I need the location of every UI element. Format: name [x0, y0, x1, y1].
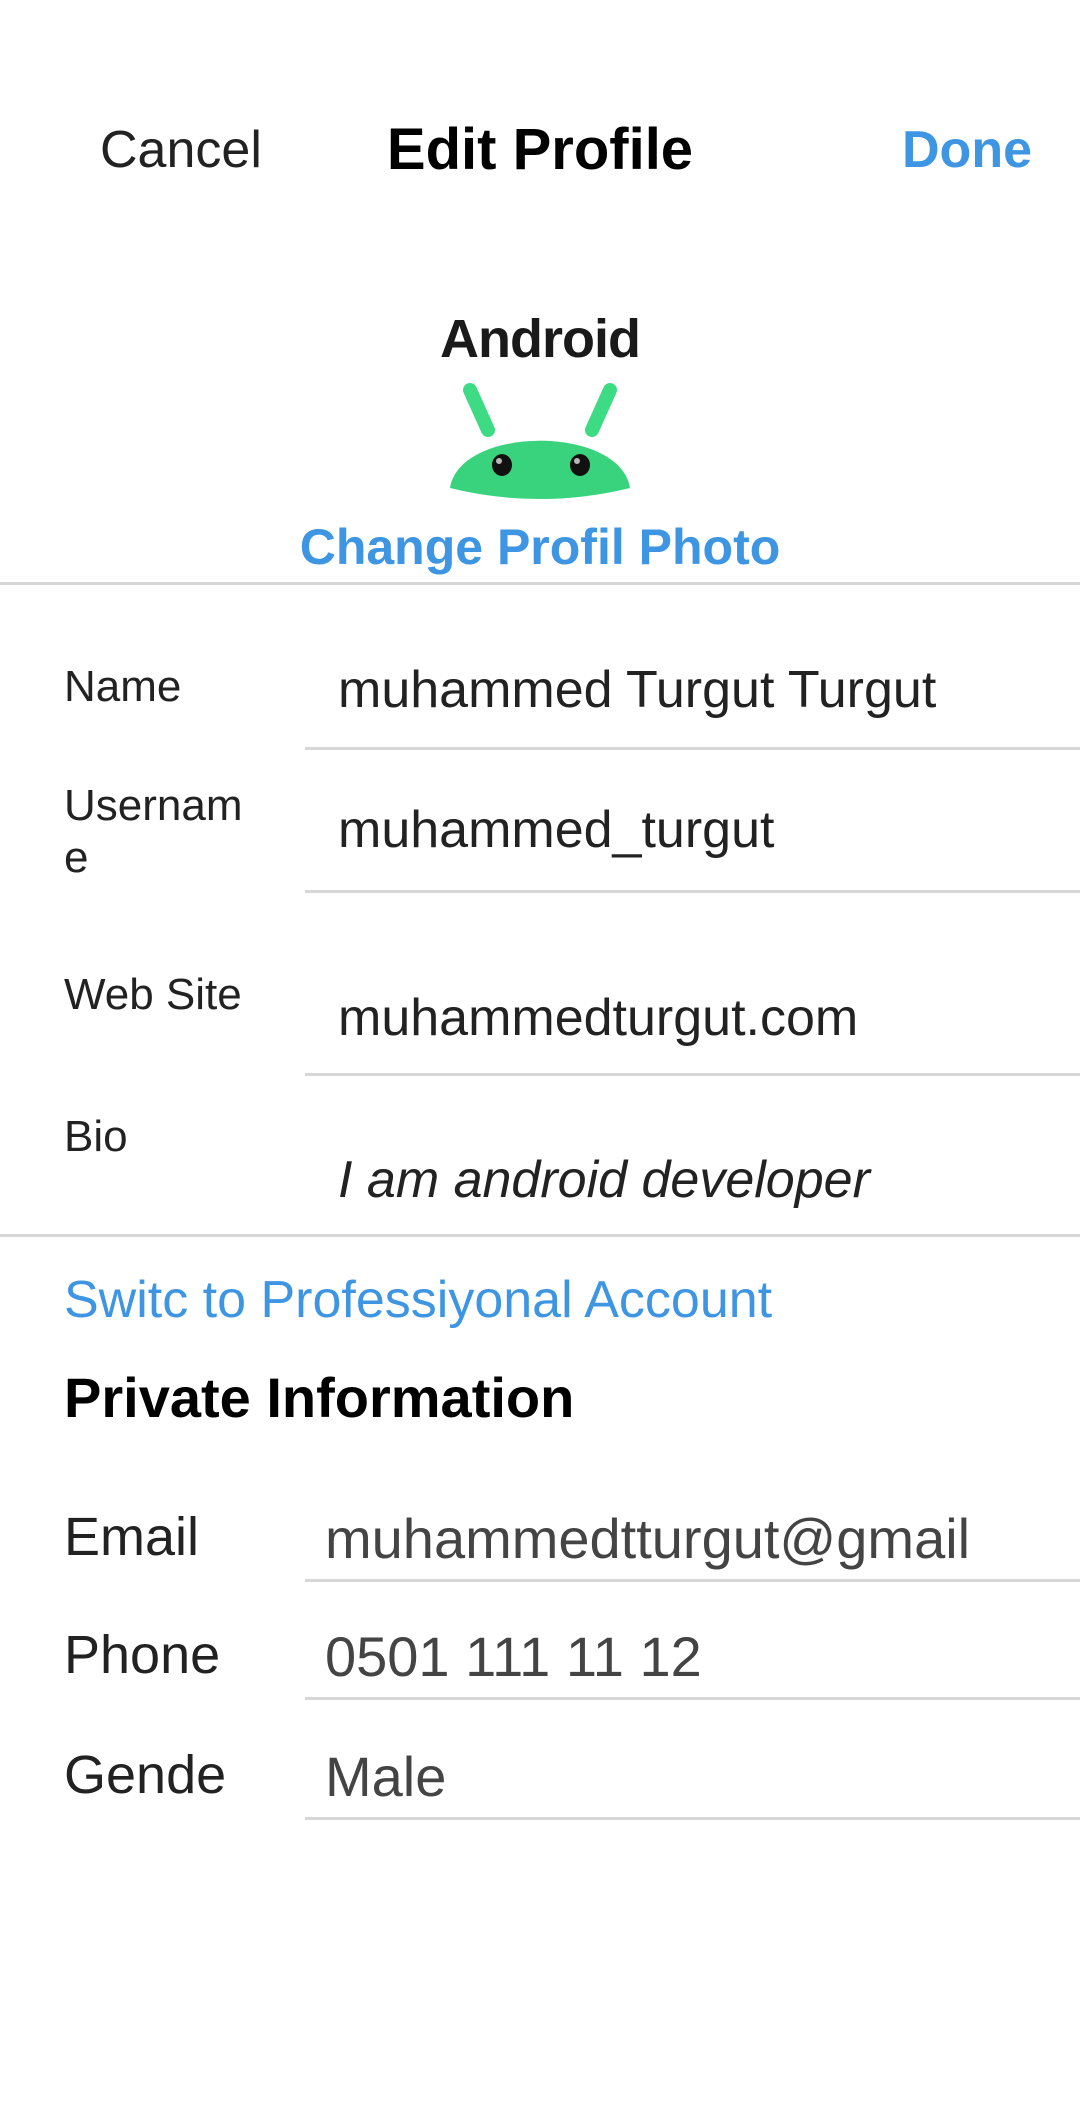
- email-value: muhammedtturgut@gmail: [325, 1507, 971, 1570]
- android-logo-text: Android: [440, 309, 641, 369]
- switch-professional-account-link[interactable]: Switc to Professiyonal Account: [64, 1270, 772, 1330]
- gender-field[interactable]: Male: [305, 1728, 1080, 1820]
- phone-value: 0501 111 11 12: [325, 1625, 702, 1688]
- divider: [0, 582, 1080, 585]
- profile-avatar[interactable]: Android: [430, 300, 650, 500]
- name-label: Name: [64, 662, 182, 711]
- website-value: muhammedturgut.com: [338, 989, 859, 1047]
- website-field[interactable]: muhammedturgut.com: [305, 960, 1080, 1076]
- done-button[interactable]: Done: [902, 120, 1032, 180]
- change-profile-photo-button[interactable]: Change Profil Photo: [0, 518, 1080, 576]
- username-label-line2: e: [64, 833, 89, 882]
- website-label: Web Site: [64, 970, 242, 1019]
- phone-label: Phone: [64, 1625, 221, 1685]
- username-value: muhammed_turgut: [338, 801, 775, 859]
- name-value: muhammed Turgut Turgut: [338, 661, 937, 719]
- private-information-heading: Private Information: [64, 1366, 575, 1429]
- username-label-line1: Usernam: [64, 781, 243, 830]
- edit-profile-screen: Cancel Edit Profile Done Android Change …: [0, 0, 1080, 2108]
- gender-value: Male: [325, 1745, 447, 1808]
- email-field[interactable]: muhammedtturgut@gmail: [305, 1490, 1080, 1582]
- email-label: Email: [64, 1507, 200, 1567]
- bio-value: I am android developer: [338, 1151, 870, 1209]
- android-head-icon: [450, 383, 630, 499]
- top-bar: Cancel Edit Profile Done: [0, 0, 1080, 240]
- name-field[interactable]: muhammed Turgut Turgut: [305, 640, 1080, 750]
- divider: [0, 1234, 1080, 1237]
- gender-label: Gende: [64, 1745, 227, 1805]
- username-label: Usernam e: [64, 780, 243, 884]
- username-field[interactable]: muhammed_turgut: [305, 780, 1080, 893]
- bio-field[interactable]: I am android developer: [305, 1120, 1080, 1210]
- bio-label: Bio: [64, 1112, 128, 1161]
- phone-field[interactable]: 0501 111 11 12: [305, 1608, 1080, 1700]
